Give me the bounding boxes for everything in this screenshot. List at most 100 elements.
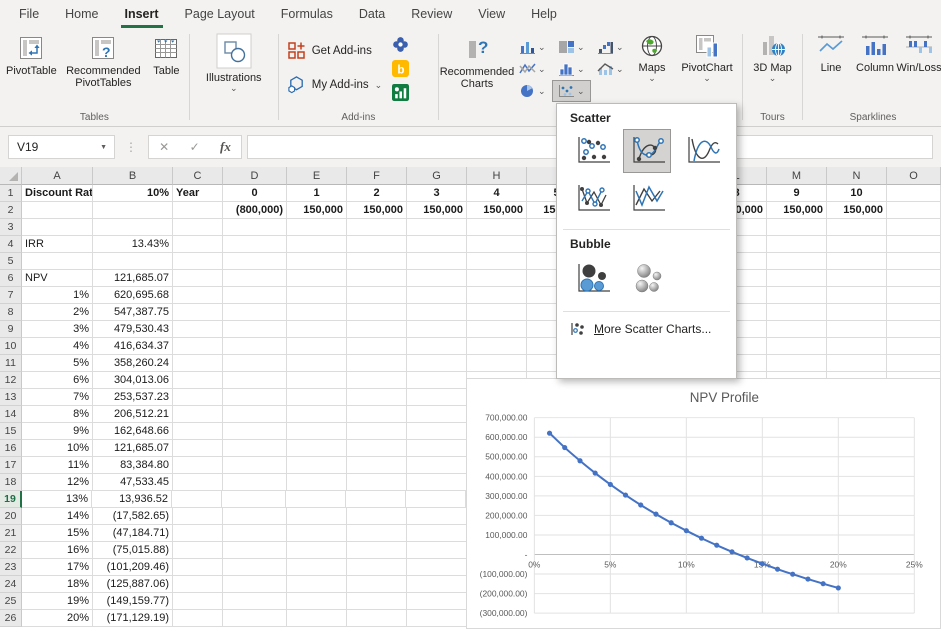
cell-C15[interactable]: [173, 423, 223, 440]
cell-G23[interactable]: [407, 559, 467, 576]
cell-A14[interactable]: 8%: [22, 406, 93, 423]
column-header-m[interactable]: M: [767, 167, 827, 185]
row-number-6[interactable]: 6: [0, 270, 22, 287]
cell-A5[interactable]: [22, 253, 93, 270]
cell-D2[interactable]: (800,000): [223, 202, 287, 219]
insert-waterfall-chart-button[interactable]: ⌄: [591, 36, 630, 58]
cell-A7[interactable]: 1%: [22, 287, 93, 304]
column-header-a[interactable]: A: [22, 167, 93, 185]
cell-G3[interactable]: [407, 219, 467, 236]
cell-N6[interactable]: [827, 270, 887, 287]
cancel-icon[interactable]: ✕: [159, 140, 169, 154]
cell-D5[interactable]: [223, 253, 287, 270]
cell-M5[interactable]: [767, 253, 827, 270]
row-number-26[interactable]: 26: [0, 610, 22, 627]
cell-B1[interactable]: 10%: [93, 185, 173, 202]
name-box[interactable]: V19 ▼: [8, 135, 115, 159]
cell-C12[interactable]: [173, 372, 223, 389]
cell-F16[interactable]: [347, 440, 407, 457]
bubble-3d-item[interactable]: [623, 255, 671, 303]
cell-D4[interactable]: [223, 236, 287, 253]
cell-M4[interactable]: [767, 236, 827, 253]
row-number-2[interactable]: 2: [0, 202, 22, 219]
row-number-8[interactable]: 8: [0, 304, 22, 321]
cell-C5[interactable]: [173, 253, 223, 270]
cell-C10[interactable]: [173, 338, 223, 355]
column-header-b[interactable]: B: [93, 167, 173, 185]
cell-F23[interactable]: [347, 559, 407, 576]
cell-G20[interactable]: [407, 508, 467, 525]
cell-H5[interactable]: [467, 253, 527, 270]
cell-D14[interactable]: [223, 406, 287, 423]
cell-F22[interactable]: [347, 542, 407, 559]
cell-C20[interactable]: [173, 508, 223, 525]
cell-D18[interactable]: [223, 474, 287, 491]
scatter-straight-lines-item[interactable]: [623, 177, 671, 221]
cell-M3[interactable]: [767, 219, 827, 236]
my-addins-button[interactable]: My Add-ins ⌄: [287, 75, 382, 94]
cell-N11[interactable]: [827, 355, 887, 372]
cell-O9[interactable]: [887, 321, 941, 338]
cell-B10[interactable]: 416,634.37: [93, 338, 173, 355]
cell-F1[interactable]: 2: [347, 185, 407, 202]
cell-A1[interactable]: Discount Rat: [22, 185, 93, 202]
cell-N2[interactable]: 150,000: [827, 202, 887, 219]
cell-D3[interactable]: [223, 219, 287, 236]
cell-C2[interactable]: [173, 202, 223, 219]
cell-E5[interactable]: [287, 253, 347, 270]
cell-F5[interactable]: [347, 253, 407, 270]
cell-A26[interactable]: 20%: [22, 610, 93, 627]
cell-O5[interactable]: [887, 253, 941, 270]
cell-M9[interactable]: [767, 321, 827, 338]
cell-F20[interactable]: [347, 508, 407, 525]
cell-D9[interactable]: [223, 321, 287, 338]
cell-F15[interactable]: [347, 423, 407, 440]
get-addins-button[interactable]: Get Add-ins: [287, 41, 382, 60]
cell-A19[interactable]: 13%: [22, 491, 92, 508]
cell-A22[interactable]: 16%: [22, 542, 93, 559]
cell-O3[interactable]: [887, 219, 941, 236]
cell-M11[interactable]: [767, 355, 827, 372]
name-box-dropdown-icon[interactable]: ▼: [93, 144, 114, 151]
cell-E15[interactable]: [287, 423, 347, 440]
tab-formulas[interactable]: Formulas: [268, 1, 346, 28]
cell-C4[interactable]: [173, 236, 223, 253]
cell-E24[interactable]: [287, 576, 347, 593]
tab-home[interactable]: Home: [52, 1, 111, 28]
cell-N7[interactable]: [827, 287, 887, 304]
cell-G15[interactable]: [407, 423, 467, 440]
cell-A3[interactable]: [22, 219, 93, 236]
cell-B14[interactable]: 206,512.21: [93, 406, 173, 423]
row-number-3[interactable]: 3: [0, 219, 22, 236]
cell-G4[interactable]: [407, 236, 467, 253]
cell-E9[interactable]: [287, 321, 347, 338]
cell-B15[interactable]: 162,648.66: [93, 423, 173, 440]
cell-N4[interactable]: [827, 236, 887, 253]
bing-addin-icon[interactable]: b: [392, 60, 409, 77]
select-all-corner[interactable]: [0, 167, 22, 185]
cell-F9[interactable]: [347, 321, 407, 338]
cell-N10[interactable]: [827, 338, 887, 355]
cell-F4[interactable]: [347, 236, 407, 253]
cell-D13[interactable]: [223, 389, 287, 406]
cell-M6[interactable]: [767, 270, 827, 287]
row-number-4[interactable]: 4: [0, 236, 22, 253]
column-header-h[interactable]: H: [467, 167, 527, 185]
cell-D1[interactable]: 0: [223, 185, 287, 202]
row-number-24[interactable]: 24: [0, 576, 22, 593]
cell-D8[interactable]: [223, 304, 287, 321]
cell-M1[interactable]: 9: [767, 185, 827, 202]
cell-A11[interactable]: 5%: [22, 355, 93, 372]
column-header-d[interactable]: D: [223, 167, 287, 185]
cell-B18[interactable]: 47,533.45: [93, 474, 173, 491]
cell-B17[interactable]: 83,384.80: [93, 457, 173, 474]
cell-G16[interactable]: [407, 440, 467, 457]
cell-D22[interactable]: [223, 542, 287, 559]
cell-G18[interactable]: [407, 474, 467, 491]
cell-G6[interactable]: [407, 270, 467, 287]
cell-C9[interactable]: [173, 321, 223, 338]
cell-B4[interactable]: 13.43%: [93, 236, 173, 253]
illustrations-button[interactable]: Illustrations ⌄: [192, 28, 276, 126]
cell-E14[interactable]: [287, 406, 347, 423]
cell-B19[interactable]: 13,936.52: [92, 491, 172, 508]
